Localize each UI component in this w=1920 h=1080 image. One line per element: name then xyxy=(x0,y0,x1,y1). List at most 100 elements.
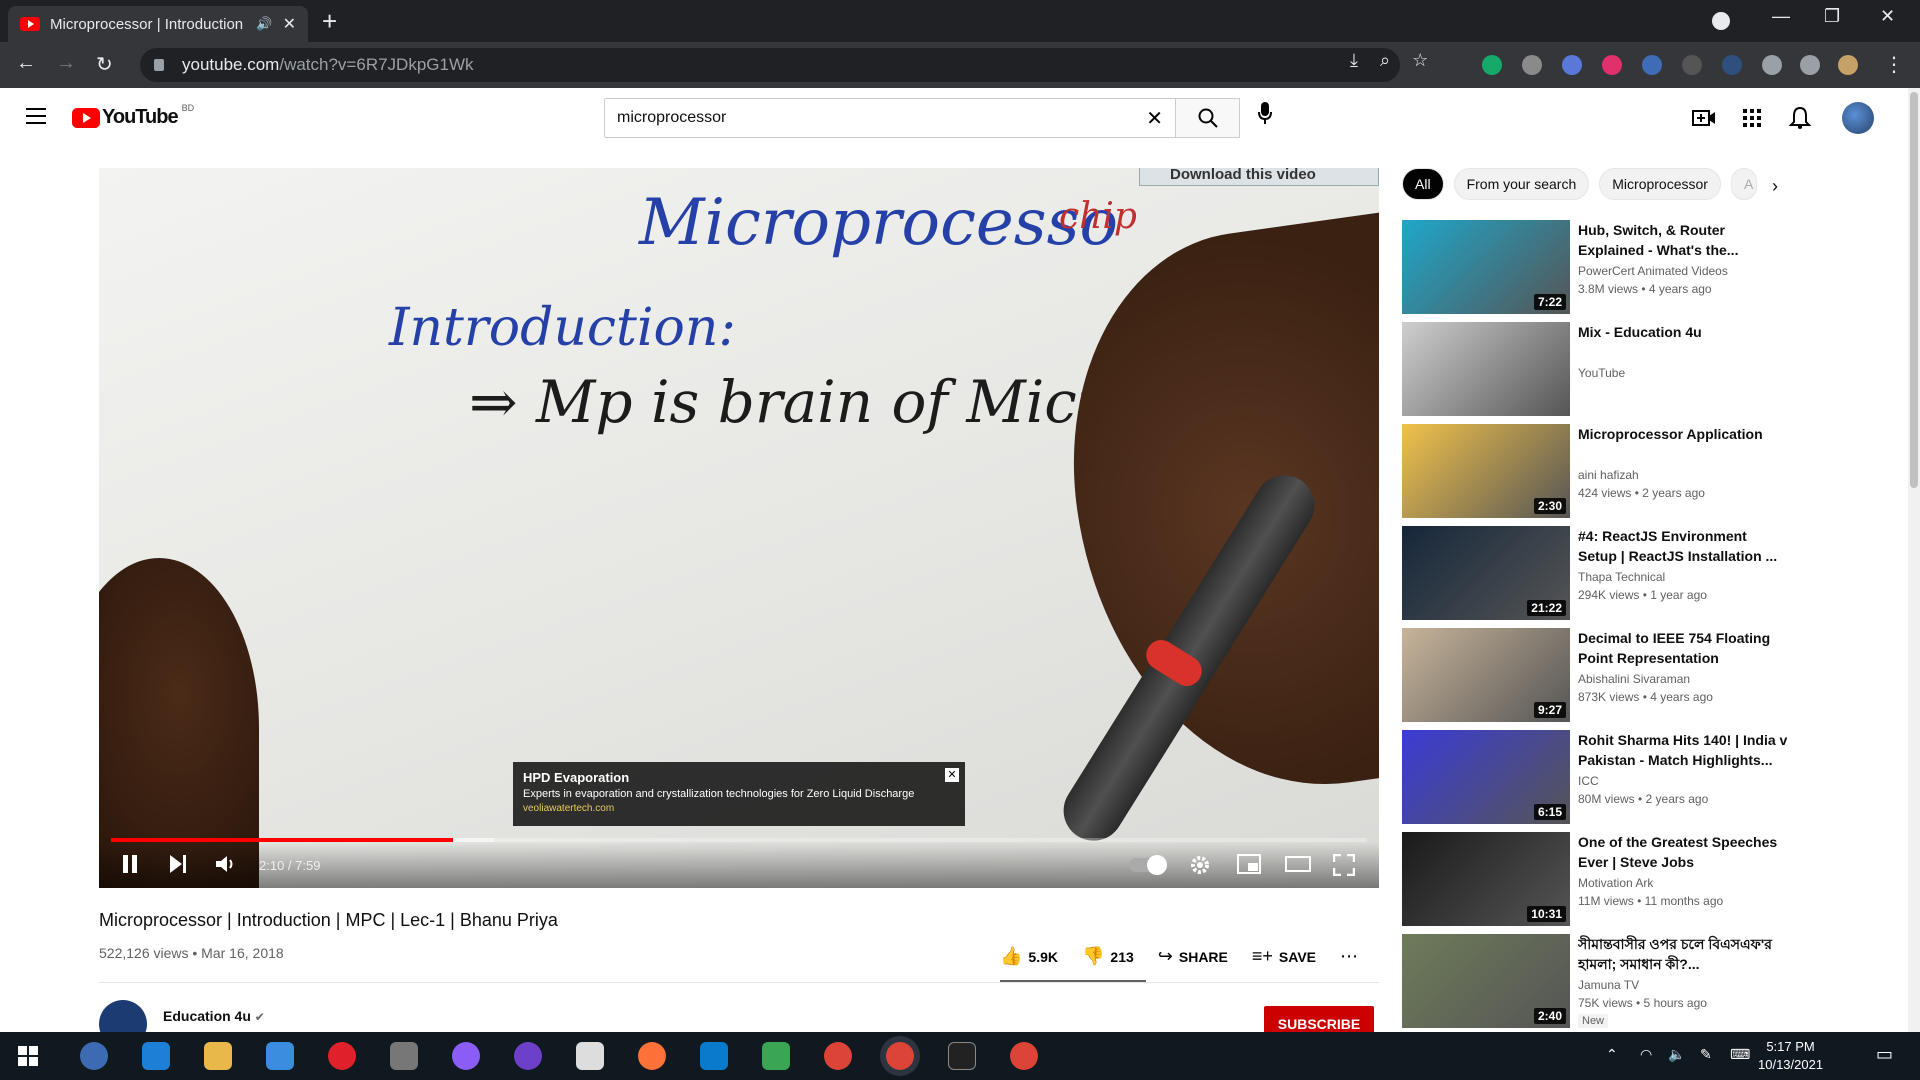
app-icon[interactable] xyxy=(390,1042,418,1070)
back-icon[interactable]: ← xyxy=(16,52,36,75)
scrollbar-thumb[interactable] xyxy=(1910,92,1918,488)
recommendation-channel[interactable]: Abishalini Sivaraman xyxy=(1578,672,1690,686)
github-icon[interactable] xyxy=(514,1042,542,1070)
video-player[interactable]: Microprocesso chip Introduction: ⇒ Mp is… xyxy=(99,168,1379,888)
chip-all[interactable]: All xyxy=(1402,168,1444,200)
notification-center-icon[interactable]: ▭ xyxy=(1876,1044,1893,1065)
terminal-icon[interactable] xyxy=(948,1042,976,1070)
recommendation-channel[interactable]: Motivation Ark xyxy=(1578,876,1653,890)
recommendation-title[interactable]: সীমান্তবাসীর ওপর চলে বিএসএফ'র হামলা; সমা… xyxy=(1578,934,1788,974)
chrome-icon[interactable] xyxy=(824,1042,852,1070)
video-thumbnail[interactable]: 9:27 xyxy=(1402,628,1570,722)
video-thumbnail[interactable]: 2:40 xyxy=(1402,934,1570,1028)
pause-icon[interactable] xyxy=(121,854,139,874)
settings-gear-icon[interactable] xyxy=(1189,854,1211,876)
app-icon[interactable] xyxy=(576,1042,604,1070)
reload-icon[interactable]: ↻ xyxy=(96,52,113,77)
voice-search-icon[interactable] xyxy=(1258,102,1272,124)
chevron-right-icon[interactable]: › xyxy=(1772,176,1778,197)
extension-icon[interactable] xyxy=(1562,55,1582,75)
extensions-puzzle-icon[interactable] xyxy=(1762,55,1782,75)
apps-grid-icon[interactable] xyxy=(1740,106,1764,130)
chip-from-your-search[interactable]: From your search xyxy=(1453,168,1590,200)
recommendation-item[interactable]: 10:31 One of the Greatest Speeches Ever |… xyxy=(1402,832,1882,926)
file-explorer-icon[interactable] xyxy=(204,1042,232,1070)
media-control-icon[interactable] xyxy=(1800,55,1820,75)
fullscreen-icon[interactable] xyxy=(1333,854,1355,876)
search-input[interactable]: microprocessor ✕ xyxy=(604,98,1176,138)
pen-extension-icon[interactable] xyxy=(1722,55,1742,75)
download-video-banner[interactable]: Download this video xyxy=(1139,168,1379,186)
vscode-icon[interactable] xyxy=(700,1042,728,1070)
volume-icon[interactable] xyxy=(215,854,237,874)
extension-icon[interactable] xyxy=(1682,55,1702,75)
opera-icon[interactable] xyxy=(328,1042,356,1070)
recommendation-item[interactable]: Mix - Education 4u YouTube xyxy=(1402,322,1882,416)
share-button[interactable]: ↪ SHARE xyxy=(1158,946,1228,967)
network-icon[interactable]: ◠ xyxy=(1640,1046,1652,1063)
forward-icon[interactable]: → xyxy=(56,52,76,75)
clear-search-icon[interactable]: ✕ xyxy=(1146,106,1163,131)
video-thumbnail[interactable]: 6:15 xyxy=(1402,730,1570,824)
recommendation-channel[interactable]: Thapa Technical xyxy=(1578,570,1665,584)
address-bar[interactable]: youtube.com/watch?v=6R7JDkpG1Wk xyxy=(140,48,1400,82)
windows-start-icon[interactable] xyxy=(18,1046,38,1066)
autoplay-toggle[interactable] xyxy=(1129,855,1167,875)
firefox-icon[interactable] xyxy=(638,1042,666,1070)
account-avatar[interactable] xyxy=(1842,102,1874,134)
browser-tab[interactable]: Microprocessor | Introduction 🔊 ✕ xyxy=(8,6,308,42)
theater-mode-icon[interactable] xyxy=(1285,854,1311,874)
recommendation-title[interactable]: Rohit Sharma Hits 140! | India v Pakista… xyxy=(1578,730,1788,770)
video-thumbnail[interactable]: 21:22 xyxy=(1402,526,1570,620)
recommendation-item[interactable]: 2:30 Microprocessor Application aini hafiz… xyxy=(1402,424,1882,518)
recommendation-channel[interactable]: YouTube xyxy=(1578,366,1625,380)
chrome-active-icon[interactable] xyxy=(886,1042,914,1070)
pen-tray-icon[interactable]: ✎ xyxy=(1700,1046,1712,1063)
save-button[interactable]: ≡+ SAVE xyxy=(1252,946,1316,967)
recommendation-channel[interactable]: Jamuna TV xyxy=(1578,978,1639,992)
minimize-icon[interactable]: — xyxy=(1772,6,1790,27)
window-close-icon[interactable]: ✕ xyxy=(1880,6,1895,27)
recommendation-item[interactable]: 6:15 Rohit Sharma Hits 140! | India v Pak… xyxy=(1402,730,1882,824)
recommendation-channel[interactable]: ICC xyxy=(1578,774,1599,788)
ad-close-icon[interactable]: ✕ xyxy=(945,768,959,782)
recommendation-title[interactable]: Mix - Education 4u xyxy=(1578,322,1788,342)
recommendation-channel[interactable]: PowerCert Animated Videos xyxy=(1578,264,1728,278)
tab-search-icon[interactable] xyxy=(1712,12,1730,30)
restore-icon[interactable]: ❐ xyxy=(1824,6,1840,27)
video-thumbnail[interactable]: 7:22 xyxy=(1402,220,1570,314)
overlay-ad[interactable]: HPD Evaporation Experts in evaporation a… xyxy=(513,762,965,826)
recommendation-item[interactable]: 21:22 #4: ReactJS Environment Setup | Rea… xyxy=(1402,526,1882,620)
tab-close-icon[interactable]: ✕ xyxy=(283,14,296,34)
browser-menu-icon[interactable]: ⋮ xyxy=(1884,52,1904,77)
volume-tray-icon[interactable]: 🔈 xyxy=(1668,1046,1685,1063)
recommendation-channel[interactable]: aini hafizah xyxy=(1578,468,1639,482)
dislike-button[interactable]: 👎 213 xyxy=(1082,946,1134,967)
video-thumbnail[interactable] xyxy=(1402,322,1570,416)
recommendation-title[interactable]: Hub, Switch, & Router Explained - What's… xyxy=(1578,220,1788,260)
play-extension-icon[interactable] xyxy=(1602,55,1622,75)
next-icon[interactable] xyxy=(169,854,187,874)
mail-icon[interactable] xyxy=(266,1042,294,1070)
miniplayer-icon[interactable] xyxy=(1237,854,1261,874)
chrome-profile-icon[interactable] xyxy=(1010,1042,1038,1070)
tray-chevron-icon[interactable]: ⌃ xyxy=(1606,1046,1618,1063)
like-button[interactable]: 👍 5.9K xyxy=(1000,946,1058,967)
new-tab-icon[interactable]: + xyxy=(322,6,337,37)
menu-hamburger-icon[interactable] xyxy=(26,108,46,124)
bookmark-star-icon[interactable]: ☆ xyxy=(1412,50,1428,71)
keyboard-icon[interactable]: ⌨ xyxy=(1730,1046,1750,1063)
page-scrollbar[interactable] xyxy=(1908,88,1920,1032)
channel-name[interactable]: Education 4u ✔ xyxy=(163,1008,265,1024)
recommendation-title[interactable]: #4: ReactJS Environment Setup | ReactJS … xyxy=(1578,526,1788,566)
system-clock[interactable]: 5:17 PM 10/13/2021 xyxy=(1758,1038,1823,1074)
recommendation-item[interactable]: 2:40 সীমান্তবাসীর ওপর চলে বিএসএফ'র হামলা;… xyxy=(1402,934,1882,1028)
recommendation-title[interactable]: One of the Greatest Speeches Ever | Stev… xyxy=(1578,832,1788,872)
app-icon[interactable] xyxy=(762,1042,790,1070)
notifications-bell-icon[interactable] xyxy=(1788,106,1812,130)
video-thumbnail[interactable]: 10:31 xyxy=(1402,832,1570,926)
recommendation-title[interactable]: Microprocessor Application xyxy=(1578,424,1788,444)
edge-icon[interactable] xyxy=(142,1042,170,1070)
zoom-icon[interactable]: ⌕ xyxy=(1380,50,1390,71)
qbittorrent-icon[interactable] xyxy=(80,1042,108,1070)
